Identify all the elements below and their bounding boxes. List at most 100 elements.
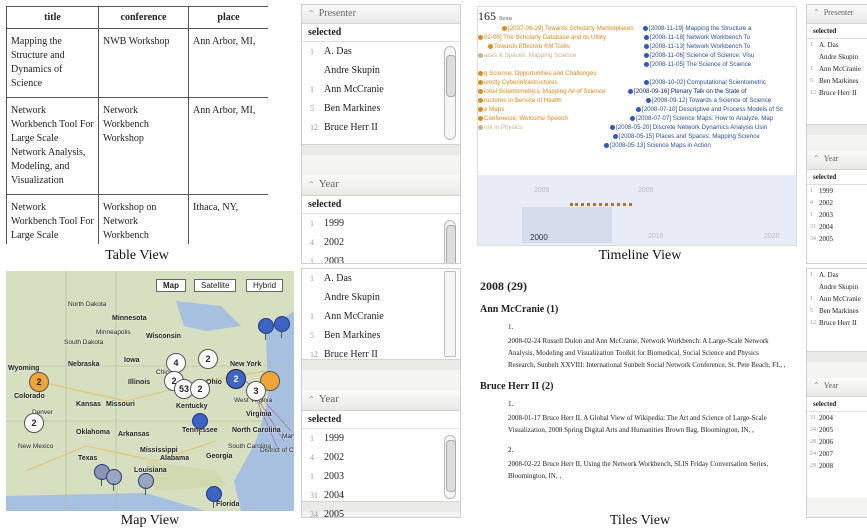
year-scrollbar[interactable] xyxy=(444,220,456,263)
facet-item-ben-markines[interactable]: 5 Ben Markines xyxy=(302,326,460,345)
location-pin-icon[interactable] xyxy=(258,318,274,340)
timeline-event[interactable]: [2008-05-20] Discrete Network Dynamics A… xyxy=(610,124,767,131)
collapse-icon[interactable]: ⌃ xyxy=(308,395,315,404)
timeline-event[interactable]: [2008-11-18] Network Workbench To xyxy=(644,34,750,41)
facet-item-year[interactable]: 1 1999 xyxy=(807,185,867,197)
year-scrollbar[interactable] xyxy=(444,435,456,499)
hybrid-type-button[interactable]: Hybrid xyxy=(246,279,284,292)
facet-item-andre-skupin[interactable]: Andre Skupin xyxy=(807,281,867,293)
year-facet-header[interactable]: ⌃ Year xyxy=(302,390,460,411)
collapse-icon[interactable]: ⌃ xyxy=(813,381,820,390)
scrollbar-thumb[interactable] xyxy=(446,225,456,263)
scrollbar-thumb[interactable] xyxy=(446,440,456,492)
timeline-event[interactable]: [2008-07-07] Science Maps: How to Analyz… xyxy=(630,115,773,122)
facet-item-a-das[interactable]: 1 A. Das xyxy=(807,269,867,281)
timeline-event[interactable]: [2008-11-13] Network Workbench To xyxy=(644,43,750,50)
timeline-event[interactable]: [2008-05-15] Places and Spaces: Mapping … xyxy=(613,133,760,140)
facet-item-year[interactable]: 1 2003 xyxy=(302,252,460,263)
map-type-button[interactable]: Map xyxy=(156,279,186,292)
presenter-scrollbar[interactable] xyxy=(444,46,456,140)
facet-item-year[interactable]: 4 2002 xyxy=(807,197,867,209)
facet-item-year[interactable]: 31 2004 xyxy=(302,486,460,505)
map-cluster-marker[interactable]: 2 xyxy=(226,369,246,389)
collapse-icon[interactable]: ⌃ xyxy=(813,8,820,17)
facet-resize-handle[interactable] xyxy=(302,144,460,155)
column-header-title[interactable]: title xyxy=(6,6,99,29)
facet-item-year[interactable]: 4 2002 xyxy=(302,233,460,252)
collapse-icon[interactable]: ⌃ xyxy=(308,9,315,18)
timeline-event[interactable]: [2008-11-05] The Science of Science xyxy=(644,61,751,68)
facet-item-a-das[interactable]: 1 A. Das xyxy=(302,42,460,61)
timeline-event[interactable]: ork in Physics xyxy=(478,124,522,131)
facet-item-year[interactable]: 31 2004 xyxy=(807,412,867,424)
facet-item-year[interactable]: 34 2005 xyxy=(807,424,867,436)
presenter-facet-header[interactable]: ⌃ Presenter xyxy=(302,5,460,24)
location-pin-icon[interactable] xyxy=(206,486,222,508)
facet-item-ben-markines[interactable]: 5 Ben Markines xyxy=(807,75,867,87)
year-facet-header[interactable]: ⌃ Year xyxy=(807,378,867,397)
timeline-event[interactable]: iendly Cyberinfrastructures xyxy=(478,79,558,86)
facet-item-year[interactable]: 24 2007 xyxy=(807,448,867,460)
facet-item-bruce-herr[interactable]: 12 Bruce Herr II xyxy=(807,87,867,99)
collapse-icon[interactable]: ⌃ xyxy=(813,154,820,163)
facet-item-year[interactable]: 28 2006 xyxy=(807,436,867,448)
timeline-event[interactable]: aces & Spaces: Mapping Science xyxy=(478,52,576,59)
year-facet-header[interactable]: ⌃ Year xyxy=(807,151,867,170)
collapse-icon[interactable]: ⌃ xyxy=(308,180,315,189)
facet-item-a-das[interactable]: 1 A. Das xyxy=(807,39,867,51)
location-pin-icon[interactable] xyxy=(192,413,208,435)
scrollbar-thumb[interactable] xyxy=(446,55,456,97)
timeline-event[interactable]: [2008-09-12] Towards a Science of Scienc… xyxy=(646,97,771,104)
map-cluster-marker[interactable]: 3 xyxy=(246,381,266,401)
timeline-event[interactable]: [2008-09-16] Plenary Talk on the State o… xyxy=(628,88,746,95)
facet-item-year[interactable]: 34 2005 xyxy=(302,505,460,517)
facet-item-year[interactable]: 4 2002 xyxy=(302,448,460,467)
map-cluster-marker[interactable]: 2 xyxy=(198,349,218,369)
facet-item-ben-markines[interactable]: 5 Ben Markines xyxy=(807,305,867,317)
map-cluster-marker[interactable]: 4 xyxy=(166,353,186,373)
facet-item-bruce-herr[interactable]: 12 Bruce Herr II xyxy=(807,317,867,329)
facet-item-ben-markines[interactable]: 5 Ben Markines xyxy=(302,99,460,118)
timeline-event[interactable]: ructures in Service of Health xyxy=(478,97,562,104)
timeline-event[interactable]: [2008-05-13] Science Maps in Action xyxy=(604,142,711,149)
facet-item-year[interactable]: 1 1999 xyxy=(302,429,460,448)
timeline-event[interactable]: [2008-11-06] Science of Science: Visu xyxy=(644,52,754,59)
facet-item-year[interactable]: 1 2003 xyxy=(302,467,460,486)
timeline-event[interactable]: [2008-07-10] Descriptive and Process Mod… xyxy=(636,106,783,113)
facet-item-ann-mccranie[interactable]: 1 Ann McCranie xyxy=(302,80,460,99)
satellite-type-button[interactable]: Satellite xyxy=(194,279,237,292)
facet-item-ann-mccranie[interactable]: 1 Ann McCranie xyxy=(807,293,867,305)
map-cluster-marker[interactable]: 2 xyxy=(29,372,49,392)
facet-item-year[interactable]: 1 1999 xyxy=(302,214,460,233)
facet-item-bruce-herr[interactable]: 12 Bruce Herr II xyxy=(302,118,460,137)
timeline-event[interactable]: 02-06] The Scholarly Database and its Ut… xyxy=(478,34,606,41)
timeline-event[interactable]: [2007-06-29] Towards Scholarly Marketpla… xyxy=(502,25,633,32)
timeline-event[interactable]: [2008-10-02] Computational Scientometric xyxy=(644,79,766,86)
facet-resize-handle[interactable] xyxy=(807,351,867,362)
timeline-event[interactable]: e Maps xyxy=(478,106,504,113)
timeline-event[interactable]: g Science: Opportunities and Challenges xyxy=(478,70,596,77)
facet-item-ann-mccranie[interactable]: 1 Ann McCranie xyxy=(807,63,867,75)
timeline-event[interactable]: ional Scientometrics: Mapping All of Sci… xyxy=(478,88,605,95)
facet-item-andre-skupin[interactable]: Andre Skupin xyxy=(302,288,460,307)
column-header-place[interactable]: place xyxy=(188,6,268,29)
presenter-scrollbar[interactable] xyxy=(444,271,456,357)
facet-item-andre-skupin[interactable]: Andre Skupin xyxy=(302,61,460,80)
timeline-overview-band[interactable]: 2008 2009 2000 2010 2020 xyxy=(478,175,796,245)
map-view-panel[interactable]: Map Satellite Hybrid North Dakota Minneso… xyxy=(6,271,294,511)
facet-item-year[interactable]: 31 2004 xyxy=(807,221,867,233)
timeline-event[interactable]: [2008-11-19] Mapping the Structure a xyxy=(643,25,751,32)
location-pin-icon[interactable] xyxy=(106,469,122,491)
location-pin-icon[interactable] xyxy=(274,316,290,338)
tile-entry[interactable]: 2008-01-17 Bruce Herr II, A Global View … xyxy=(508,412,787,436)
facet-item-year[interactable]: 29 2008 xyxy=(807,460,867,472)
year-facet-header[interactable]: ⌃ Year xyxy=(302,175,460,196)
table-row[interactable]: Network Workbench Tool For Large Scale N… xyxy=(6,97,268,195)
map-cluster-marker[interactable]: 2 xyxy=(190,379,210,399)
facet-item-ann-mccranie[interactable]: 1 Ann McCranie xyxy=(302,307,460,326)
presenter-facet-header[interactable]: ⌃ Presenter xyxy=(807,5,867,24)
tile-entry[interactable]: 2008-02-22 Bruce Herr II, Using the Netw… xyxy=(508,458,787,482)
facet-item-year[interactable]: 34 2005 xyxy=(807,233,867,245)
facet-item-a-das[interactable]: 1 A. Das xyxy=(302,269,460,288)
tile-entry[interactable]: 2008-02-24 Russell Dulon and Ann McCrani… xyxy=(508,335,787,371)
